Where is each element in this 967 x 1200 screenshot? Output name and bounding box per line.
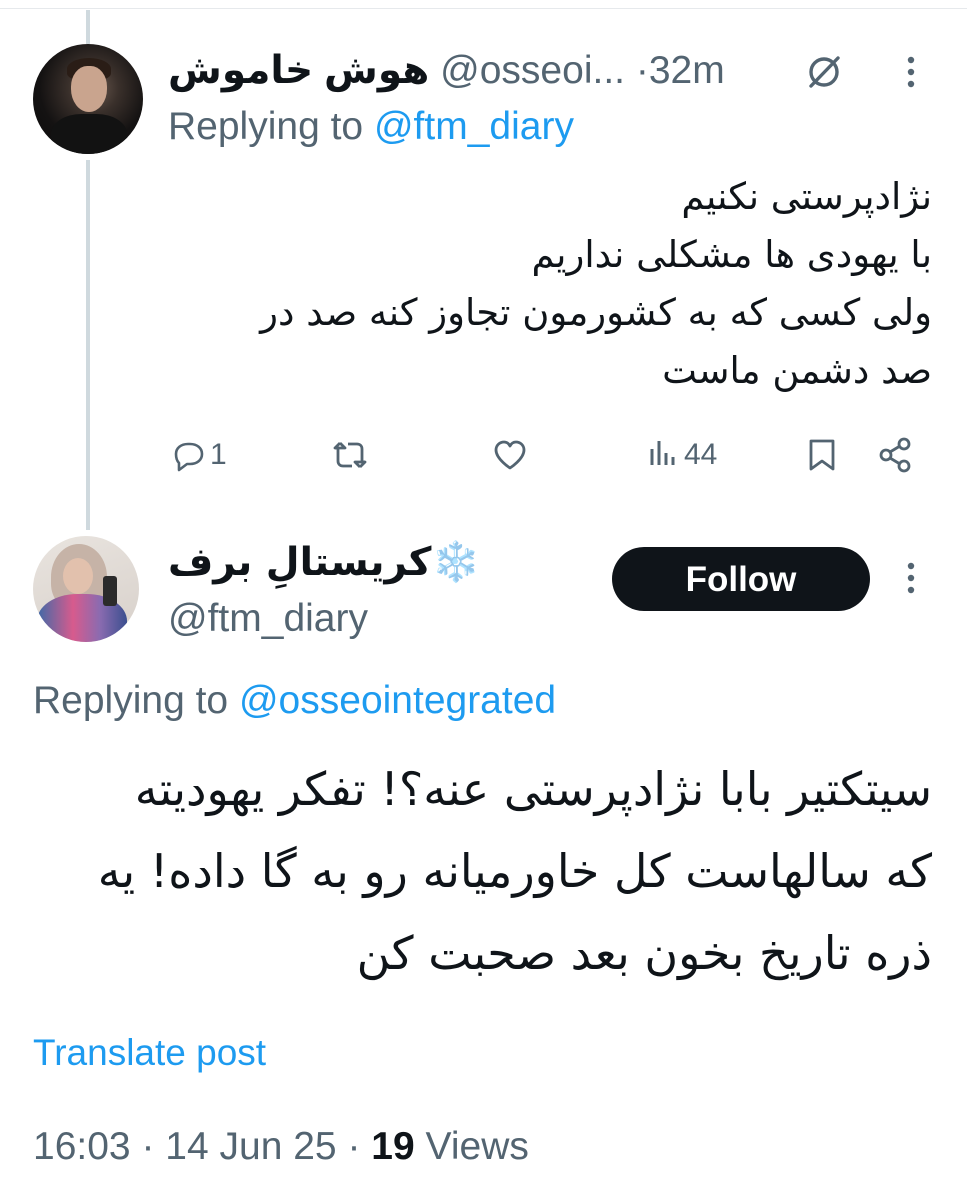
replying-mention[interactable]: @osseointegrated bbox=[239, 679, 556, 722]
tweet-text: سیتکتیر بابا نژادپرستی عنه؟! تفکر یهودیت… bbox=[32, 748, 932, 994]
share-icon bbox=[879, 437, 911, 473]
views-button[interactable]: 44 bbox=[644, 430, 717, 480]
replying-to: Replying to @osseointegrated bbox=[33, 676, 556, 726]
reply-button[interactable]: 1 bbox=[168, 430, 227, 480]
text-line: ولی کسی که به کشورمون تجاوز کنه صد در bbox=[260, 291, 932, 334]
avatar-phone bbox=[103, 576, 117, 606]
reply-tweet-header: هوش خاموش @osseoi... ·32m bbox=[168, 46, 768, 96]
more-icon[interactable] bbox=[896, 556, 926, 600]
translate-post-link[interactable]: Translate post bbox=[33, 1028, 266, 1078]
user-handle[interactable]: @osseoi... bbox=[440, 49, 625, 92]
avatar-face bbox=[71, 66, 107, 112]
user-handle[interactable]: @ftm_diary bbox=[168, 594, 368, 644]
display-name[interactable]: هوش خاموش bbox=[168, 49, 429, 92]
reply-tweet-text: نژادپرستی نکنیم با یهودی ها مشکلی نداریم… bbox=[172, 168, 932, 400]
thread-connector bbox=[86, 160, 90, 530]
reply-count: 1 bbox=[210, 438, 227, 471]
replying-label: Replying to bbox=[33, 679, 229, 722]
text-line: صد دشمن ماست bbox=[662, 349, 932, 392]
replying-mention[interactable]: @ftm_diary bbox=[374, 105, 574, 148]
separator: · bbox=[141, 1125, 155, 1168]
reply-icon bbox=[174, 442, 204, 472]
avatar-face bbox=[63, 558, 93, 594]
views-count: 19 bbox=[371, 1125, 415, 1168]
text-line: نژادپرستی نکنیم bbox=[681, 175, 932, 218]
views-label: Views bbox=[425, 1125, 529, 1168]
like-button[interactable] bbox=[490, 430, 530, 480]
display-name[interactable]: کریستالِ برف❄️ bbox=[168, 538, 488, 588]
text-line: ذره تاریخ بخون بعد صحبت کن bbox=[356, 926, 932, 980]
top-divider bbox=[0, 8, 967, 9]
replying-to: Replying to @ftm_diary bbox=[168, 102, 574, 152]
text-line: سیتکتیر بابا نژادپرستی عنه؟! تفکر یهودیت… bbox=[134, 762, 932, 816]
snowflake-emoji: ❄️ bbox=[431, 540, 481, 585]
bookmark-icon bbox=[809, 439, 835, 471]
views-icon bbox=[650, 441, 675, 465]
post-time[interactable]: 16:03 bbox=[33, 1125, 131, 1168]
repost-button[interactable] bbox=[330, 430, 370, 480]
avatar[interactable] bbox=[33, 536, 139, 642]
share-button[interactable] bbox=[876, 430, 916, 480]
thread-connector-top bbox=[86, 10, 90, 44]
more-icon[interactable] bbox=[896, 50, 926, 94]
text-line: با یهودی ها مشکلی نداریم bbox=[531, 233, 932, 276]
separator: · bbox=[635, 49, 649, 92]
tweet-meta: 16:03 · 14 Jun 25 · 19 Views bbox=[33, 1122, 529, 1172]
follow-button[interactable]: Follow bbox=[612, 547, 870, 611]
timestamp[interactable]: 32m bbox=[649, 49, 725, 92]
text-line: که سالهاست کل خاورمیانه رو به گا داده! ی… bbox=[97, 844, 932, 898]
repost-icon bbox=[333, 442, 367, 468]
separator: · bbox=[347, 1125, 361, 1168]
bookmark-button[interactable] bbox=[802, 430, 842, 480]
post-date[interactable]: 14 Jun 25 bbox=[165, 1125, 336, 1168]
views-count: 44 bbox=[684, 438, 718, 471]
grok-icon[interactable] bbox=[802, 50, 846, 94]
name-text: کریستالِ برف bbox=[168, 540, 432, 585]
avatar[interactable] bbox=[33, 44, 143, 154]
action-bar: 1 44 bbox=[160, 430, 940, 480]
replying-label: Replying to bbox=[168, 105, 364, 148]
avatar-body bbox=[51, 114, 127, 154]
like-icon bbox=[494, 440, 526, 470]
